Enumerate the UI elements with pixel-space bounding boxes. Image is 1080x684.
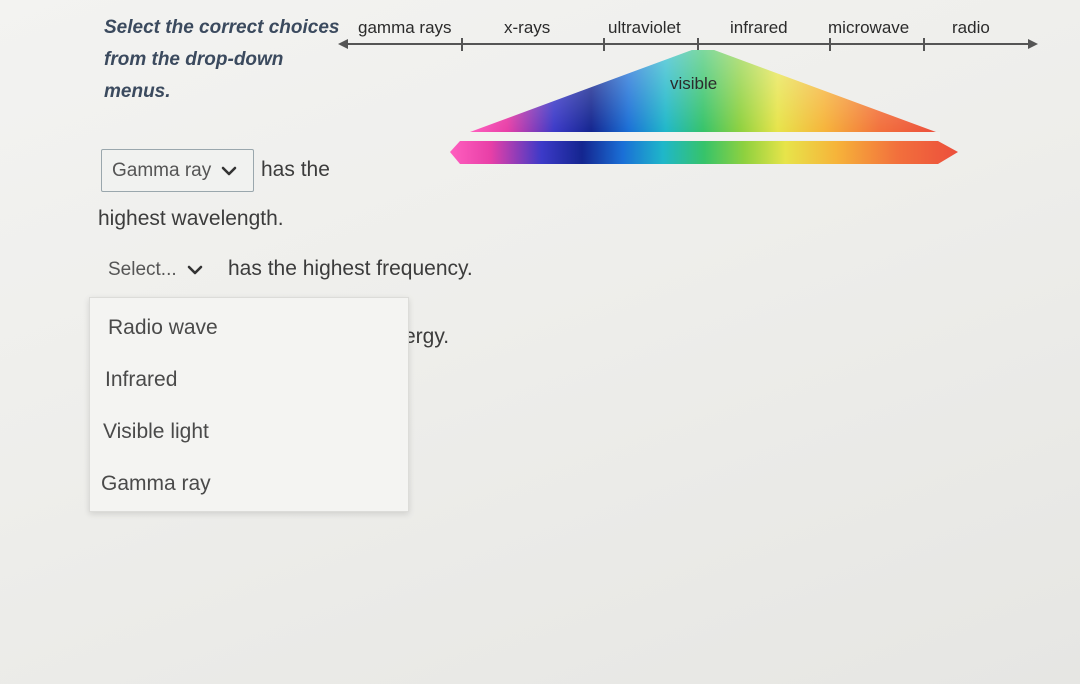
- axis-arrowhead: [1028, 39, 1038, 49]
- label-infrared: infrared: [730, 18, 788, 37]
- menu-option-radio-wave[interactable]: Radio wave: [90, 306, 426, 350]
- question-1-text-line2: highest wavelength.: [98, 207, 284, 230]
- menu-option-visible-light[interactable]: Visible light: [90, 410, 421, 454]
- dropdown-question-2[interactable]: Select...: [104, 252, 222, 288]
- dropdown-1-selected: Gamma ray: [112, 159, 212, 181]
- dropdown-2-placeholder: Select...: [108, 259, 177, 280]
- dropdown-question-1[interactable]: Gamma ray: [101, 149, 254, 192]
- chevron-down-icon: [221, 166, 237, 175]
- menu-option-gamma-ray[interactable]: Gamma ray: [90, 462, 419, 506]
- em-spectrum-diagram: gamma rays x-rays ultraviolet infrared m…: [320, 10, 1040, 170]
- label-x-rays: x-rays: [504, 18, 551, 37]
- dropdown-menu: Radio wave Infrared Visible light Gamma …: [89, 297, 409, 512]
- question-1-text-after: has the: [261, 158, 330, 181]
- label-gamma-rays: gamma rays: [358, 18, 452, 37]
- menu-option-infrared[interactable]: Infrared: [90, 358, 423, 402]
- spectrum-band: [450, 141, 958, 164]
- chevron-down-icon: [187, 265, 202, 275]
- label-visible: visible: [670, 74, 718, 93]
- label-radio: radio: [952, 18, 990, 37]
- question-2-text-after: has the highest frequency.: [228, 257, 473, 280]
- label-microwave: microwave: [828, 18, 910, 37]
- label-ultraviolet: ultraviolet: [608, 18, 681, 37]
- instructions-text: Select the correct choices from the drop…: [104, 17, 340, 102]
